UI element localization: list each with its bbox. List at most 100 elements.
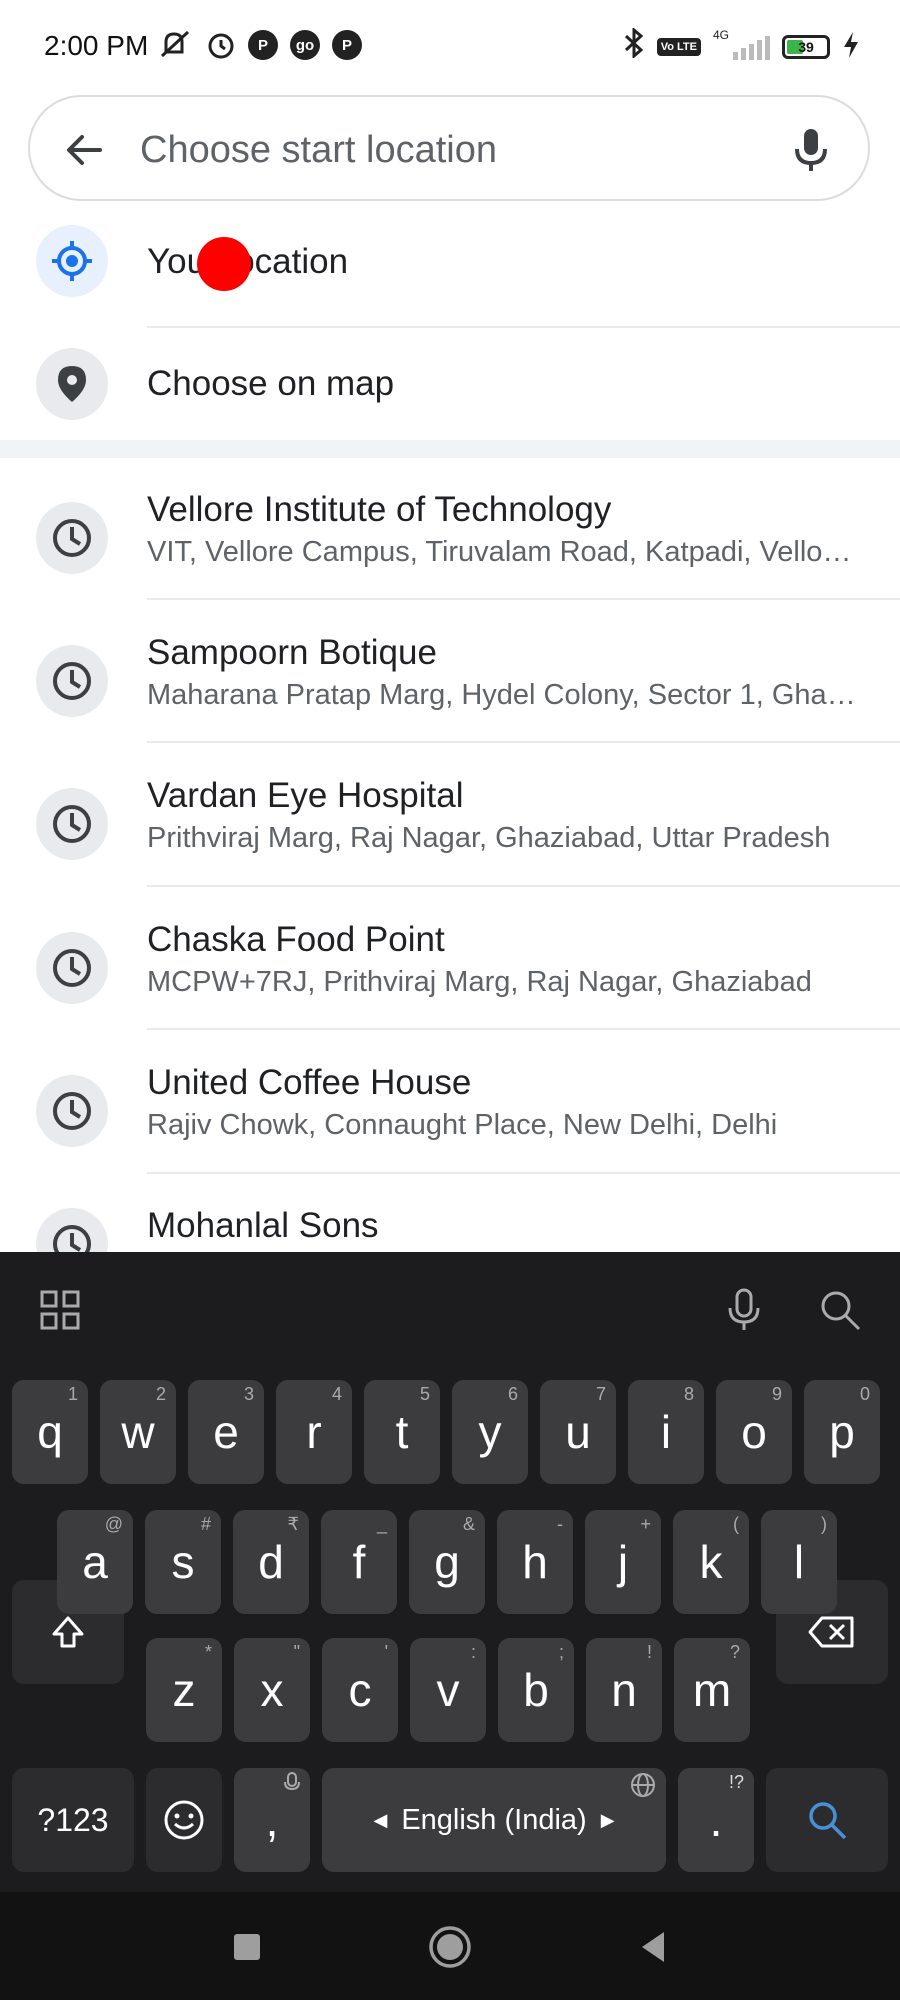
symbols-key[interactable]: ?123 <box>12 1768 134 1872</box>
key-i[interactable]: i8 <box>628 1380 704 1484</box>
key-hint: 9 <box>771 1384 782 1404</box>
recent-item[interactable]: Vardan Eye Hospital Prithviraj Marg, Raj… <box>0 776 900 886</box>
key-hint: 8 <box>683 1384 694 1404</box>
key-k[interactable]: k( <box>673 1510 749 1614</box>
section-separator <box>0 440 900 458</box>
mute-icon <box>158 30 194 65</box>
key-p[interactable]: p0 <box>804 1380 880 1484</box>
key-t[interactable]: t5 <box>364 1380 440 1484</box>
alarm-icon <box>206 30 236 65</box>
key-label: m <box>692 1664 732 1716</box>
bluetooth-icon <box>623 26 645 65</box>
home-circle-icon[interactable] <box>425 1922 475 1972</box>
search-action-key[interactable] <box>766 1768 888 1872</box>
key-b[interactable]: b; <box>498 1638 574 1742</box>
app-p-icon: P <box>248 30 278 60</box>
key-label: t <box>395 1406 409 1458</box>
history-clock-icon <box>36 1075 108 1147</box>
key-r[interactable]: r4 <box>276 1380 352 1484</box>
recent-item[interactable]: Sampoorn Botique Maharana Pratap Marg, H… <box>0 633 900 743</box>
microphone-icon[interactable] <box>786 125 836 175</box>
key-x[interactable]: x " <box>234 1638 310 1742</box>
recent-title: Vellore Institute of Technology <box>147 490 612 529</box>
back-triangle-icon[interactable] <box>628 1922 678 1972</box>
recents-square-icon[interactable] <box>222 1922 272 1972</box>
status-bar: 2:00 PM P go P Vo LTE 4G 39 <box>0 0 900 92</box>
emoji-key[interactable] <box>146 1768 222 1872</box>
key-label: r <box>306 1406 322 1458</box>
recent-address: Rajiv Chowk, Connaught Place, New Delhi,… <box>147 1109 778 1141</box>
your-location-option[interactable]: Your location <box>0 225 900 330</box>
recent-item[interactable]: United Coffee House Rajiv Chowk, Connaug… <box>0 1063 900 1173</box>
key-label: e <box>213 1406 239 1458</box>
key-label: y <box>478 1406 502 1458</box>
key-label: u <box>565 1406 591 1458</box>
status-system-icons: Vo LTE 4G 39 <box>623 26 860 65</box>
key-label: w <box>121 1406 155 1458</box>
key-label: b <box>523 1664 549 1716</box>
key-hint: _ <box>376 1514 387 1534</box>
key-label: q <box>37 1406 63 1458</box>
key-e[interactable]: e3 <box>188 1380 264 1484</box>
battery-level: 39 <box>798 38 814 55</box>
key-label: i <box>660 1406 672 1458</box>
key-a[interactable]: a @ <box>57 1510 133 1614</box>
key-z[interactable]: z * <box>146 1638 222 1742</box>
touch-indicator <box>197 237 251 291</box>
key-g[interactable]: g & <box>409 1510 485 1614</box>
key-hint: 1 <box>67 1384 78 1404</box>
key-hint: : <box>470 1642 476 1662</box>
key-v[interactable]: v: <box>410 1638 486 1742</box>
key-hint: @ <box>104 1514 123 1534</box>
period-label: . <box>709 1794 723 1846</box>
key-o[interactable]: o9 <box>716 1380 792 1484</box>
key-hint: 6 <box>507 1384 518 1404</box>
period-key[interactable]: . !? <box>678 1768 754 1872</box>
recent-address: Maharana Pratap Marg, Hydel Colony, Sect… <box>147 679 857 711</box>
caret-left-icon: ◀ <box>373 1809 388 1830</box>
apps-grid-icon[interactable] <box>36 1286 84 1334</box>
key-n[interactable]: n! <box>586 1638 662 1742</box>
history-clock-icon <box>36 645 108 717</box>
back-arrow-icon[interactable] <box>60 125 110 175</box>
key-label: x <box>260 1664 284 1716</box>
voice-input-icon[interactable] <box>720 1286 768 1334</box>
recent-item[interactable]: Chaska Food Point MCPW+7RJ, Prithviraj M… <box>0 920 900 1030</box>
space-bar[interactable]: ◀ English (India) ▶ <box>322 1768 666 1872</box>
key-hint: " <box>293 1642 300 1662</box>
start-location-input[interactable] <box>138 121 782 179</box>
key-hint: 3 <box>243 1384 254 1404</box>
key-q[interactable]: q1 <box>12 1380 88 1484</box>
key-h[interactable]: h- <box>497 1510 573 1614</box>
keyboard-toolbar <box>0 1252 900 1364</box>
key-f[interactable]: f _ <box>321 1510 397 1614</box>
search-icon[interactable] <box>816 1286 864 1334</box>
key-label: g <box>434 1536 460 1588</box>
globe-icon <box>630 1772 656 1803</box>
key-hint: 0 <box>859 1384 870 1404</box>
key-label: l <box>793 1536 805 1588</box>
system-navigation-bar <box>0 1892 900 2000</box>
key-c[interactable]: c ' <box>322 1638 398 1742</box>
key-hint: 2 <box>155 1384 166 1404</box>
key-s[interactable]: s # <box>145 1510 221 1614</box>
recent-item[interactable]: Mohanlal Sons <box>0 1206 900 1252</box>
start-location-search-box[interactable] <box>28 95 870 201</box>
key-d[interactable]: d ₹ <box>233 1510 309 1614</box>
key-hint: 7 <box>595 1384 606 1404</box>
key-hint: # <box>200 1514 211 1534</box>
status-notification-icons: P go P <box>158 30 362 65</box>
key-y[interactable]: y6 <box>452 1380 528 1484</box>
comma-key[interactable]: , <box>234 1768 310 1872</box>
key-l[interactable]: l) <box>761 1510 837 1614</box>
choose-on-map-option[interactable]: Choose on map <box>0 348 900 428</box>
divider <box>147 598 900 600</box>
key-w[interactable]: w2 <box>100 1380 176 1484</box>
recent-item[interactable]: Vellore Institute of Technology VIT, Vel… <box>0 490 900 600</box>
app-go-icon: go <box>290 30 320 60</box>
app-p-icon: P <box>332 30 362 60</box>
key-hint: ; <box>558 1642 564 1662</box>
key-j[interactable]: j + <box>585 1510 661 1614</box>
key-m[interactable]: m? <box>674 1638 750 1742</box>
key-u[interactable]: u7 <box>540 1380 616 1484</box>
